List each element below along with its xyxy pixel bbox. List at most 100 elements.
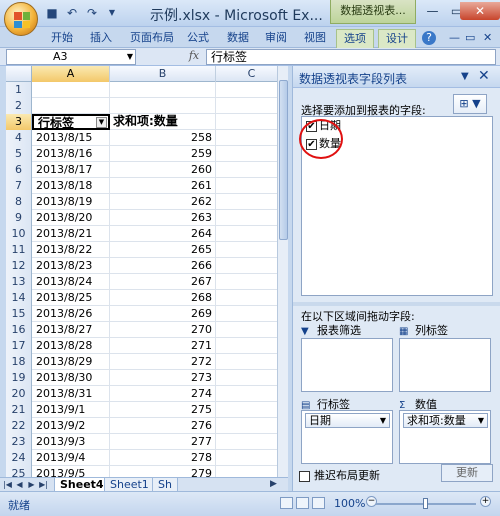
date-cell[interactable]: 2013/8/20 (32, 210, 110, 226)
help-icon[interactable]: ? (422, 31, 436, 45)
quantity-cell[interactable]: 265 (110, 242, 216, 258)
name-box-dropdown-icon[interactable]: ▼ (127, 50, 133, 64)
date-cell[interactable]: 2013/8/16 (32, 146, 110, 162)
quantity-cell[interactable]: 270 (110, 322, 216, 338)
quantity-cell[interactable]: 269 (110, 306, 216, 322)
row-header[interactable]: 20 (6, 386, 32, 402)
chevron-down-icon[interactable]: ▼ (478, 414, 484, 427)
tab-page-layout[interactable]: 页面布局 (123, 29, 181, 48)
sum-quantity-header-cell[interactable]: 求和项:数量 (110, 114, 216, 130)
row-labels-cell[interactable]: 行标签 ▼ (32, 114, 110, 130)
vertical-scrollbar[interactable] (277, 66, 288, 477)
field-layout-button[interactable]: ⊞ ▼ (453, 94, 487, 114)
date-cell[interactable]: 2013/9/3 (32, 434, 110, 450)
date-cell[interactable] (32, 82, 110, 98)
row-header[interactable]: 13 (6, 274, 32, 290)
zoom-in-icon[interactable]: + (480, 496, 491, 507)
first-sheet-icon[interactable]: |◀ (2, 479, 13, 491)
date-cell[interactable]: 2013/9/2 (32, 418, 110, 434)
values-drop-zone[interactable]: 求和项:数量 ▼ (399, 410, 491, 464)
row-header[interactable]: 3 (6, 114, 32, 130)
row-header[interactable]: 17 (6, 338, 32, 354)
date-cell[interactable]: 2013/8/22 (32, 242, 110, 258)
row-header[interactable]: 21 (6, 402, 32, 418)
customize-toolbar-icon[interactable]: ▼ (104, 5, 120, 21)
row-header[interactable]: 4 (6, 130, 32, 146)
defer-update-checkbox[interactable] (299, 470, 310, 482)
column-header-b[interactable]: B (110, 66, 216, 82)
row-header[interactable]: 19 (6, 370, 32, 386)
date-cell[interactable]: 2013/8/17 (32, 162, 110, 178)
row-field-chip[interactable]: 日期 ▼ (305, 413, 390, 428)
value-field-chip[interactable]: 求和项:数量 ▼ (403, 413, 488, 428)
row-header[interactable]: 23 (6, 434, 32, 450)
quantity-cell[interactable]: 268 (110, 290, 216, 306)
row-header[interactable]: 7 (6, 178, 32, 194)
date-cell[interactable]: 2013/8/26 (32, 306, 110, 322)
row-header[interactable]: 10 (6, 226, 32, 242)
row-header[interactable]: 6 (6, 162, 32, 178)
quantity-cell[interactable]: 278 (110, 450, 216, 466)
quantity-cell[interactable]: 264 (110, 226, 216, 242)
tab-formulas[interactable]: 公式 (180, 29, 216, 48)
quantity-cell[interactable]: 263 (110, 210, 216, 226)
zoom-out-icon[interactable]: − (366, 496, 377, 507)
row-header[interactable]: 16 (6, 322, 32, 338)
column-header-a[interactable]: A (32, 66, 110, 82)
next-sheet-icon[interactable]: ▶ (26, 479, 37, 491)
date-cell[interactable] (32, 98, 110, 114)
sheet-tab-sheet1[interactable]: Sheet1 (104, 478, 155, 492)
undo-icon[interactable]: ↶ (64, 5, 80, 21)
ribbon-close-icon[interactable]: ✕ (476, 29, 499, 48)
date-cell[interactable]: 2013/8/25 (32, 290, 110, 306)
date-cell[interactable]: 2013/9/5 (32, 466, 110, 477)
name-box[interactable]: A3 ▼ (6, 49, 136, 65)
date-cell[interactable]: 2013/8/27 (32, 322, 110, 338)
row-header[interactable]: 12 (6, 258, 32, 274)
quantity-cell[interactable]: 274 (110, 386, 216, 402)
insert-function-icon[interactable]: fx (183, 49, 205, 65)
date-cell[interactable]: 2013/8/31 (32, 386, 110, 402)
date-cell[interactable]: 2013/8/29 (32, 354, 110, 370)
row-header[interactable]: 11 (6, 242, 32, 258)
page-layout-view-icon[interactable] (296, 497, 309, 509)
row-header[interactable]: 18 (6, 354, 32, 370)
row-header[interactable]: 14 (6, 290, 32, 306)
quantity-cell[interactable]: 272 (110, 354, 216, 370)
sheet-tab-partial[interactable]: Sh (152, 478, 178, 492)
row-header[interactable]: 25 (6, 466, 32, 477)
quantity-cell[interactable]: 275 (110, 402, 216, 418)
tab-insert[interactable]: 插入 (83, 29, 119, 48)
date-cell[interactable]: 2013/9/1 (32, 402, 110, 418)
row-header[interactable]: 5 (6, 146, 32, 162)
date-cell[interactable]: 2013/8/18 (32, 178, 110, 194)
report-filter-drop-zone[interactable] (301, 338, 393, 392)
quantity-cell[interactable]: 279 (110, 466, 216, 477)
quantity-cell[interactable]: 271 (110, 338, 216, 354)
row-header[interactable]: 24 (6, 450, 32, 466)
row-labels-drop-zone[interactable]: 日期 ▼ (301, 410, 393, 464)
pane-close-icon[interactable]: ✕ (478, 68, 490, 84)
quantity-cell[interactable]: 266 (110, 258, 216, 274)
redo-icon[interactable]: ↷ (84, 5, 100, 21)
pane-menu-icon[interactable]: ▼ (461, 71, 469, 82)
tab-review[interactable]: 审阅 (258, 29, 294, 48)
tab-pivot-design[interactable]: 设计 (378, 29, 416, 48)
quantity-cell[interactable]: 260 (110, 162, 216, 178)
quantity-cell[interactable]: 276 (110, 418, 216, 434)
filter-dropdown-icon[interactable]: ▼ (96, 117, 107, 128)
row-header[interactable]: 9 (6, 210, 32, 226)
formula-input[interactable]: 行标签 (206, 49, 496, 65)
chevron-down-icon[interactable]: ▼ (380, 414, 386, 427)
last-sheet-icon[interactable]: ▶| (38, 479, 49, 491)
select-all-corner[interactable] (6, 66, 32, 82)
column-labels-drop-zone[interactable] (399, 338, 491, 392)
update-button[interactable]: 更新 (441, 464, 493, 482)
tab-home[interactable]: 开始 (44, 29, 80, 48)
date-cell[interactable]: 2013/8/28 (32, 338, 110, 354)
pane-splitter[interactable] (293, 302, 500, 306)
row-header[interactable]: 22 (6, 418, 32, 434)
zoom-level[interactable]: 100% (334, 497, 365, 510)
quantity-cell[interactable]: 261 (110, 178, 216, 194)
date-cell[interactable]: 2013/8/19 (32, 194, 110, 210)
